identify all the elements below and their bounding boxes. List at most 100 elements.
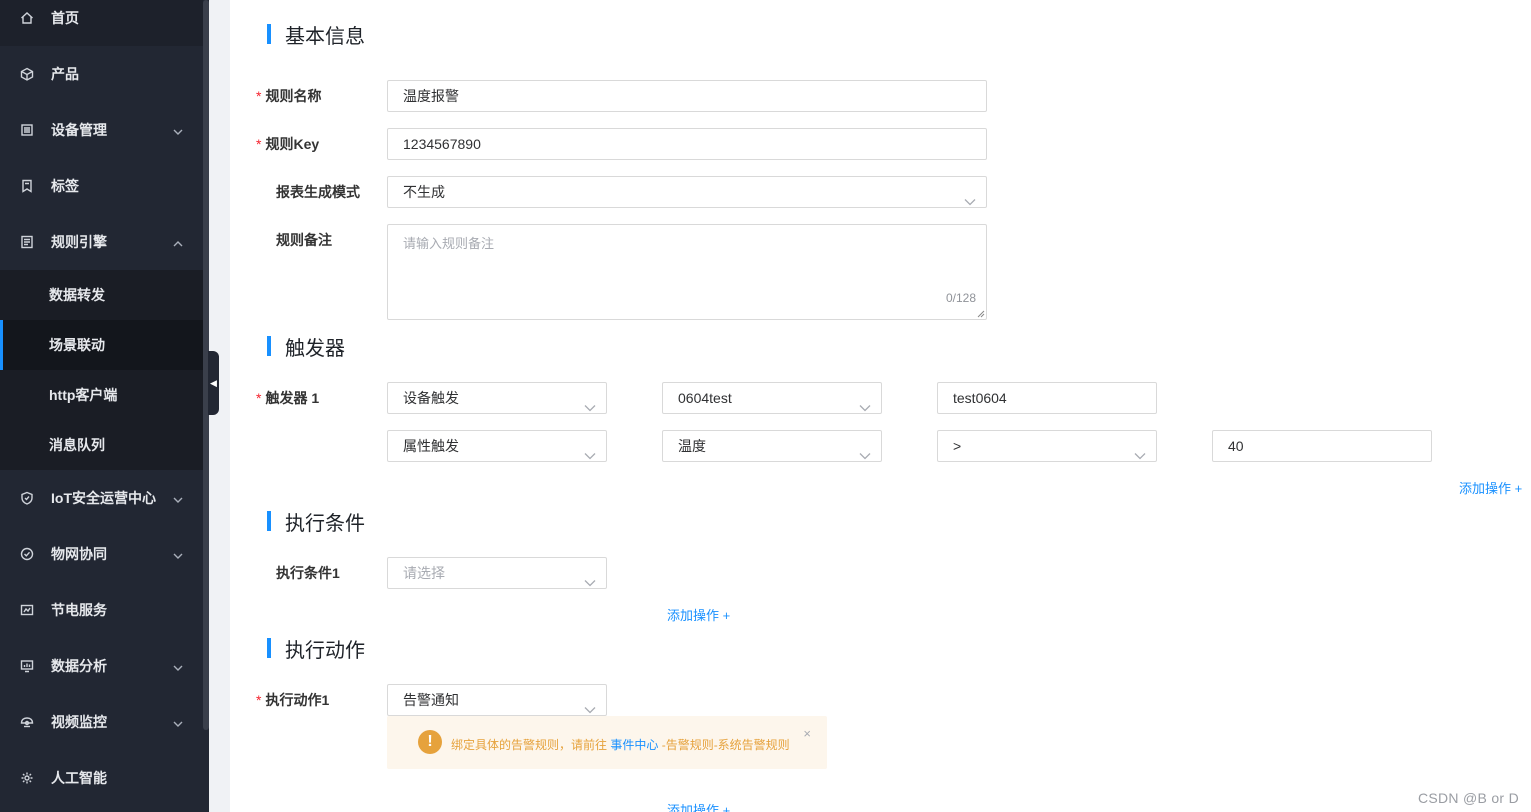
section-bar: [267, 336, 271, 356]
action1-label: * 执行动作1: [256, 692, 330, 708]
chart-icon: [19, 658, 35, 674]
report-mode-value: 不生成: [403, 184, 445, 200]
report-mode-label: 报表生成模式: [276, 184, 360, 200]
sidebar-item-label: 首页: [51, 10, 79, 26]
sidebar-item-ai[interactable]: 人工智能: [0, 750, 203, 806]
action-select[interactable]: 告警通知: [387, 684, 607, 716]
sidebar-item-iot-security[interactable]: IoT安全运营中心: [0, 470, 203, 526]
trigger-mode-select[interactable]: 属性触发: [387, 430, 607, 462]
sidebar-subitem-message-queue[interactable]: 消息队列: [0, 420, 203, 470]
sidebar-item-device-management[interactable]: 设备管理: [0, 102, 203, 158]
chevron-down-icon: [1134, 441, 1146, 460]
camera-icon: [19, 714, 35, 730]
chevron-down-icon: [584, 568, 596, 587]
chevron-down-icon: [859, 441, 871, 460]
trigger-type-select[interactable]: 设备触发: [387, 382, 607, 414]
rule-name-value: 温度报警: [403, 88, 459, 104]
rule-name-input[interactable]: 温度报警: [387, 80, 987, 112]
sidebar-subitem-label: 场景联动: [49, 337, 105, 353]
cube-icon: [19, 66, 35, 82]
required-mark: *: [256, 390, 262, 406]
chevron-down-icon: [859, 393, 871, 412]
watermark: CSDN @B or D: [1417, 790, 1519, 806]
sidebar-item-label: 产品: [51, 66, 79, 82]
char-count: 0/128: [945, 291, 976, 305]
list-icon: [19, 122, 35, 138]
condition-add-action-link[interactable]: 添加操作 +: [667, 605, 730, 624]
caret-left-icon: ◀: [210, 377, 217, 388]
chevron-down-icon: [173, 660, 183, 671]
rule-note-textarea[interactable]: 请输入规则备注 0/128: [387, 224, 987, 320]
warning-icon: !: [418, 730, 442, 754]
sidebar-item-label: 物网协同: [51, 546, 107, 562]
event-center-link[interactable]: 事件中心: [610, 738, 658, 752]
chevron-down-icon: [173, 716, 183, 727]
gauge-icon: [19, 602, 35, 618]
section-title-text: 执行动作: [285, 639, 365, 662]
sidebar-item-label: 视频监控: [51, 714, 107, 730]
action-add-action-link[interactable]: 添加操作 +: [667, 800, 730, 812]
section-title-text: 执行条件: [285, 512, 365, 535]
sidebar-item-network-collab[interactable]: 物网协同: [0, 526, 203, 582]
chevron-up-icon: [173, 236, 183, 247]
sidebar-item-data-analysis[interactable]: 数据分析: [0, 638, 203, 694]
rule-name-label: * 规则名称: [256, 88, 322, 104]
trigger-device-input[interactable]: test0604: [937, 382, 1157, 414]
resize-handle-icon[interactable]: [977, 310, 985, 318]
alert-message: 绑定具体的告警规则，请前往 事件中心 -告警规则-系统告警规则: [451, 738, 790, 752]
rules-icon: [19, 234, 35, 250]
sidebar-item-label: 规则引擎: [51, 234, 107, 250]
sidebar-item-rule-engine[interactable]: 规则引擎: [0, 214, 203, 270]
shield-icon: [19, 490, 35, 506]
chevron-down-icon: [173, 124, 183, 135]
sidebar-item-power-saving[interactable]: 节电服务: [0, 582, 203, 638]
trigger-operator-select[interactable]: >: [937, 430, 1157, 462]
chevron-down-icon: [584, 441, 596, 460]
section-bar: [267, 638, 271, 658]
trigger1-label: * 触发器 1: [256, 390, 320, 406]
rule-note-label: 规则备注: [276, 232, 332, 248]
sidebar-subitem-scene-linkage[interactable]: 场景联动: [0, 320, 203, 370]
section-bar: [267, 511, 271, 531]
chevron-down-icon: [964, 187, 976, 206]
section-title-text: 基本信息: [285, 25, 365, 48]
main-content: 基本信息 * 规则名称 温度报警 * 规则Key 1234567890 报表生成模式…: [230, 0, 1531, 812]
close-icon[interactable]: ×: [803, 726, 811, 741]
sidebar-subitem-label: http客户端: [49, 387, 118, 403]
trigger-property-select[interactable]: 温度: [662, 430, 882, 462]
check-circle-icon: [19, 546, 35, 562]
sidebar-subitem-http-client[interactable]: http客户端: [0, 370, 203, 420]
section-title-condition: 执行条件: [267, 511, 365, 535]
sidebar-item-label: 人工智能: [51, 770, 107, 786]
required-mark: *: [256, 692, 262, 708]
sidebar-item-label: 节电服务: [51, 602, 107, 618]
section-title-action: 执行动作: [267, 638, 365, 662]
warning-alert: ! 绑定具体的告警规则，请前往 事件中心 -告警规则-系统告警规则 ×: [387, 716, 827, 769]
sidebar-item-label: 标签: [51, 178, 79, 194]
sidebar-item-label: 数据分析: [51, 658, 107, 674]
sidebar-item-product[interactable]: 产品: [0, 46, 203, 102]
report-mode-select[interactable]: 不生成: [387, 176, 987, 208]
rule-key-value: 1234567890: [403, 136, 481, 152]
sidebar-subitem-data-forward[interactable]: 数据转发: [0, 270, 203, 320]
gear-icon: [19, 770, 35, 786]
trigger-add-action-link[interactable]: 添加操作 +: [1459, 478, 1522, 497]
chevron-down-icon: [584, 695, 596, 714]
sidebar-item-label: 设备管理: [51, 122, 107, 138]
sidebar-collapse-handle[interactable]: ◀: [208, 351, 219, 415]
condition1-label: 执行条件1: [276, 565, 340, 581]
trigger-product-select[interactable]: 0604test: [662, 382, 882, 414]
trigger-threshold-input[interactable]: 40: [1212, 430, 1432, 462]
home-icon: [19, 10, 35, 26]
sidebar-item-label: IoT安全运营中心: [51, 490, 156, 506]
section-title-trigger: 触发器: [267, 336, 345, 360]
chevron-down-icon: [173, 492, 183, 503]
chevron-down-icon: [584, 393, 596, 412]
sidebar-item-tags[interactable]: 标签: [0, 158, 203, 214]
condition-select[interactable]: 请选择: [387, 557, 607, 589]
chevron-down-icon: [173, 548, 183, 559]
rule-key-input[interactable]: 1234567890: [387, 128, 987, 160]
sidebar-item-video-monitor[interactable]: 视频监控: [0, 694, 203, 750]
sidebar-subitem-label: 数据转发: [49, 287, 105, 303]
sidebar-item-home[interactable]: 首页: [0, 0, 203, 46]
